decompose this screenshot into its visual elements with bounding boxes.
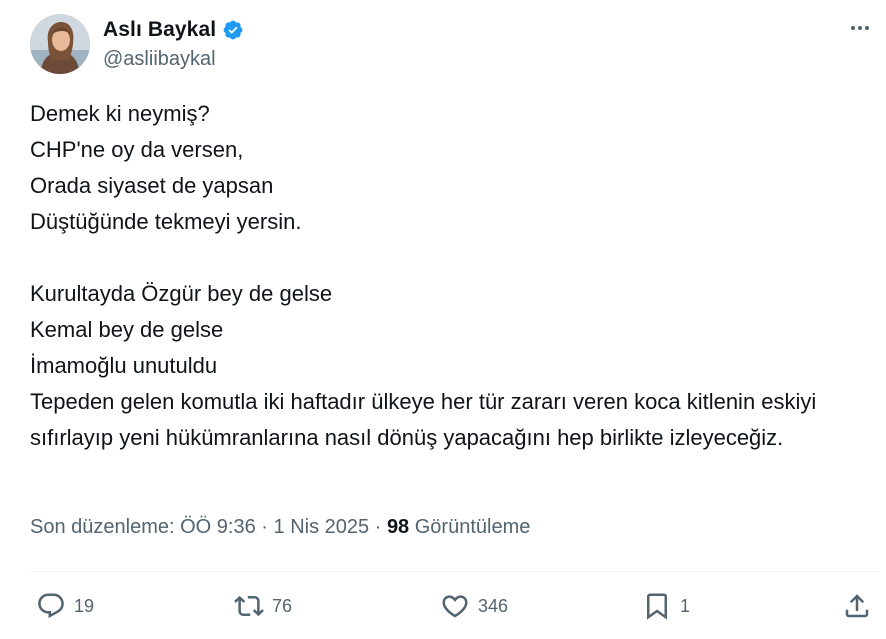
action-bar: 19 76 346 1 [30,588,880,624]
reply-count: 19 [74,595,95,616]
bookmark-button[interactable]: 1 [642,588,690,624]
tweet: Aslı Baykal @asliibaykal Demek ki neymiş… [0,0,886,639]
like-count: 346 [478,595,509,616]
share-button[interactable] [842,588,872,624]
tweet-text: Demek ki neymiş? CHP'ne oy da versen, Or… [30,101,817,450]
heart-icon [440,591,470,621]
name-row: Aslı Baykal [103,18,244,42]
verified-badge-icon[interactable] [222,19,244,41]
reply-icon [36,591,66,621]
like-button[interactable]: 346 [440,588,508,624]
retweet-button[interactable]: 76 [234,588,292,624]
more-options-button[interactable] [844,18,876,42]
avatar-image [30,14,90,74]
bookmark-count: 1 [680,595,691,616]
bookmark-icon [642,591,672,621]
more-horizontal-icon [848,16,872,45]
edited-label[interactable]: Son düzenleme: [30,516,175,538]
reply-button[interactable]: 19 [36,588,94,624]
retweet-count: 76 [272,595,293,616]
meta-separator: · [261,516,268,538]
share-icon [842,591,872,621]
meta-separator: · [374,516,382,538]
views-label: Görüntüleme [414,516,531,538]
retweet-icon [234,591,264,621]
author-display-name[interactable]: Aslı Baykal [103,18,216,42]
tweet-meta: Son düzenleme: ÖÖ 9:36 · 1 Nis 2025 · 98… [30,516,530,539]
author-handle[interactable]: @asliibaykal [103,48,216,71]
avatar[interactable] [30,14,90,74]
views-count: 98 [386,516,410,538]
tweet-time[interactable]: ÖÖ 9:36 [180,516,256,538]
divider [30,571,880,572]
tweet-header: Aslı Baykal @asliibaykal [30,14,880,78]
tweet-date[interactable]: 1 Nis 2025 [274,516,370,538]
